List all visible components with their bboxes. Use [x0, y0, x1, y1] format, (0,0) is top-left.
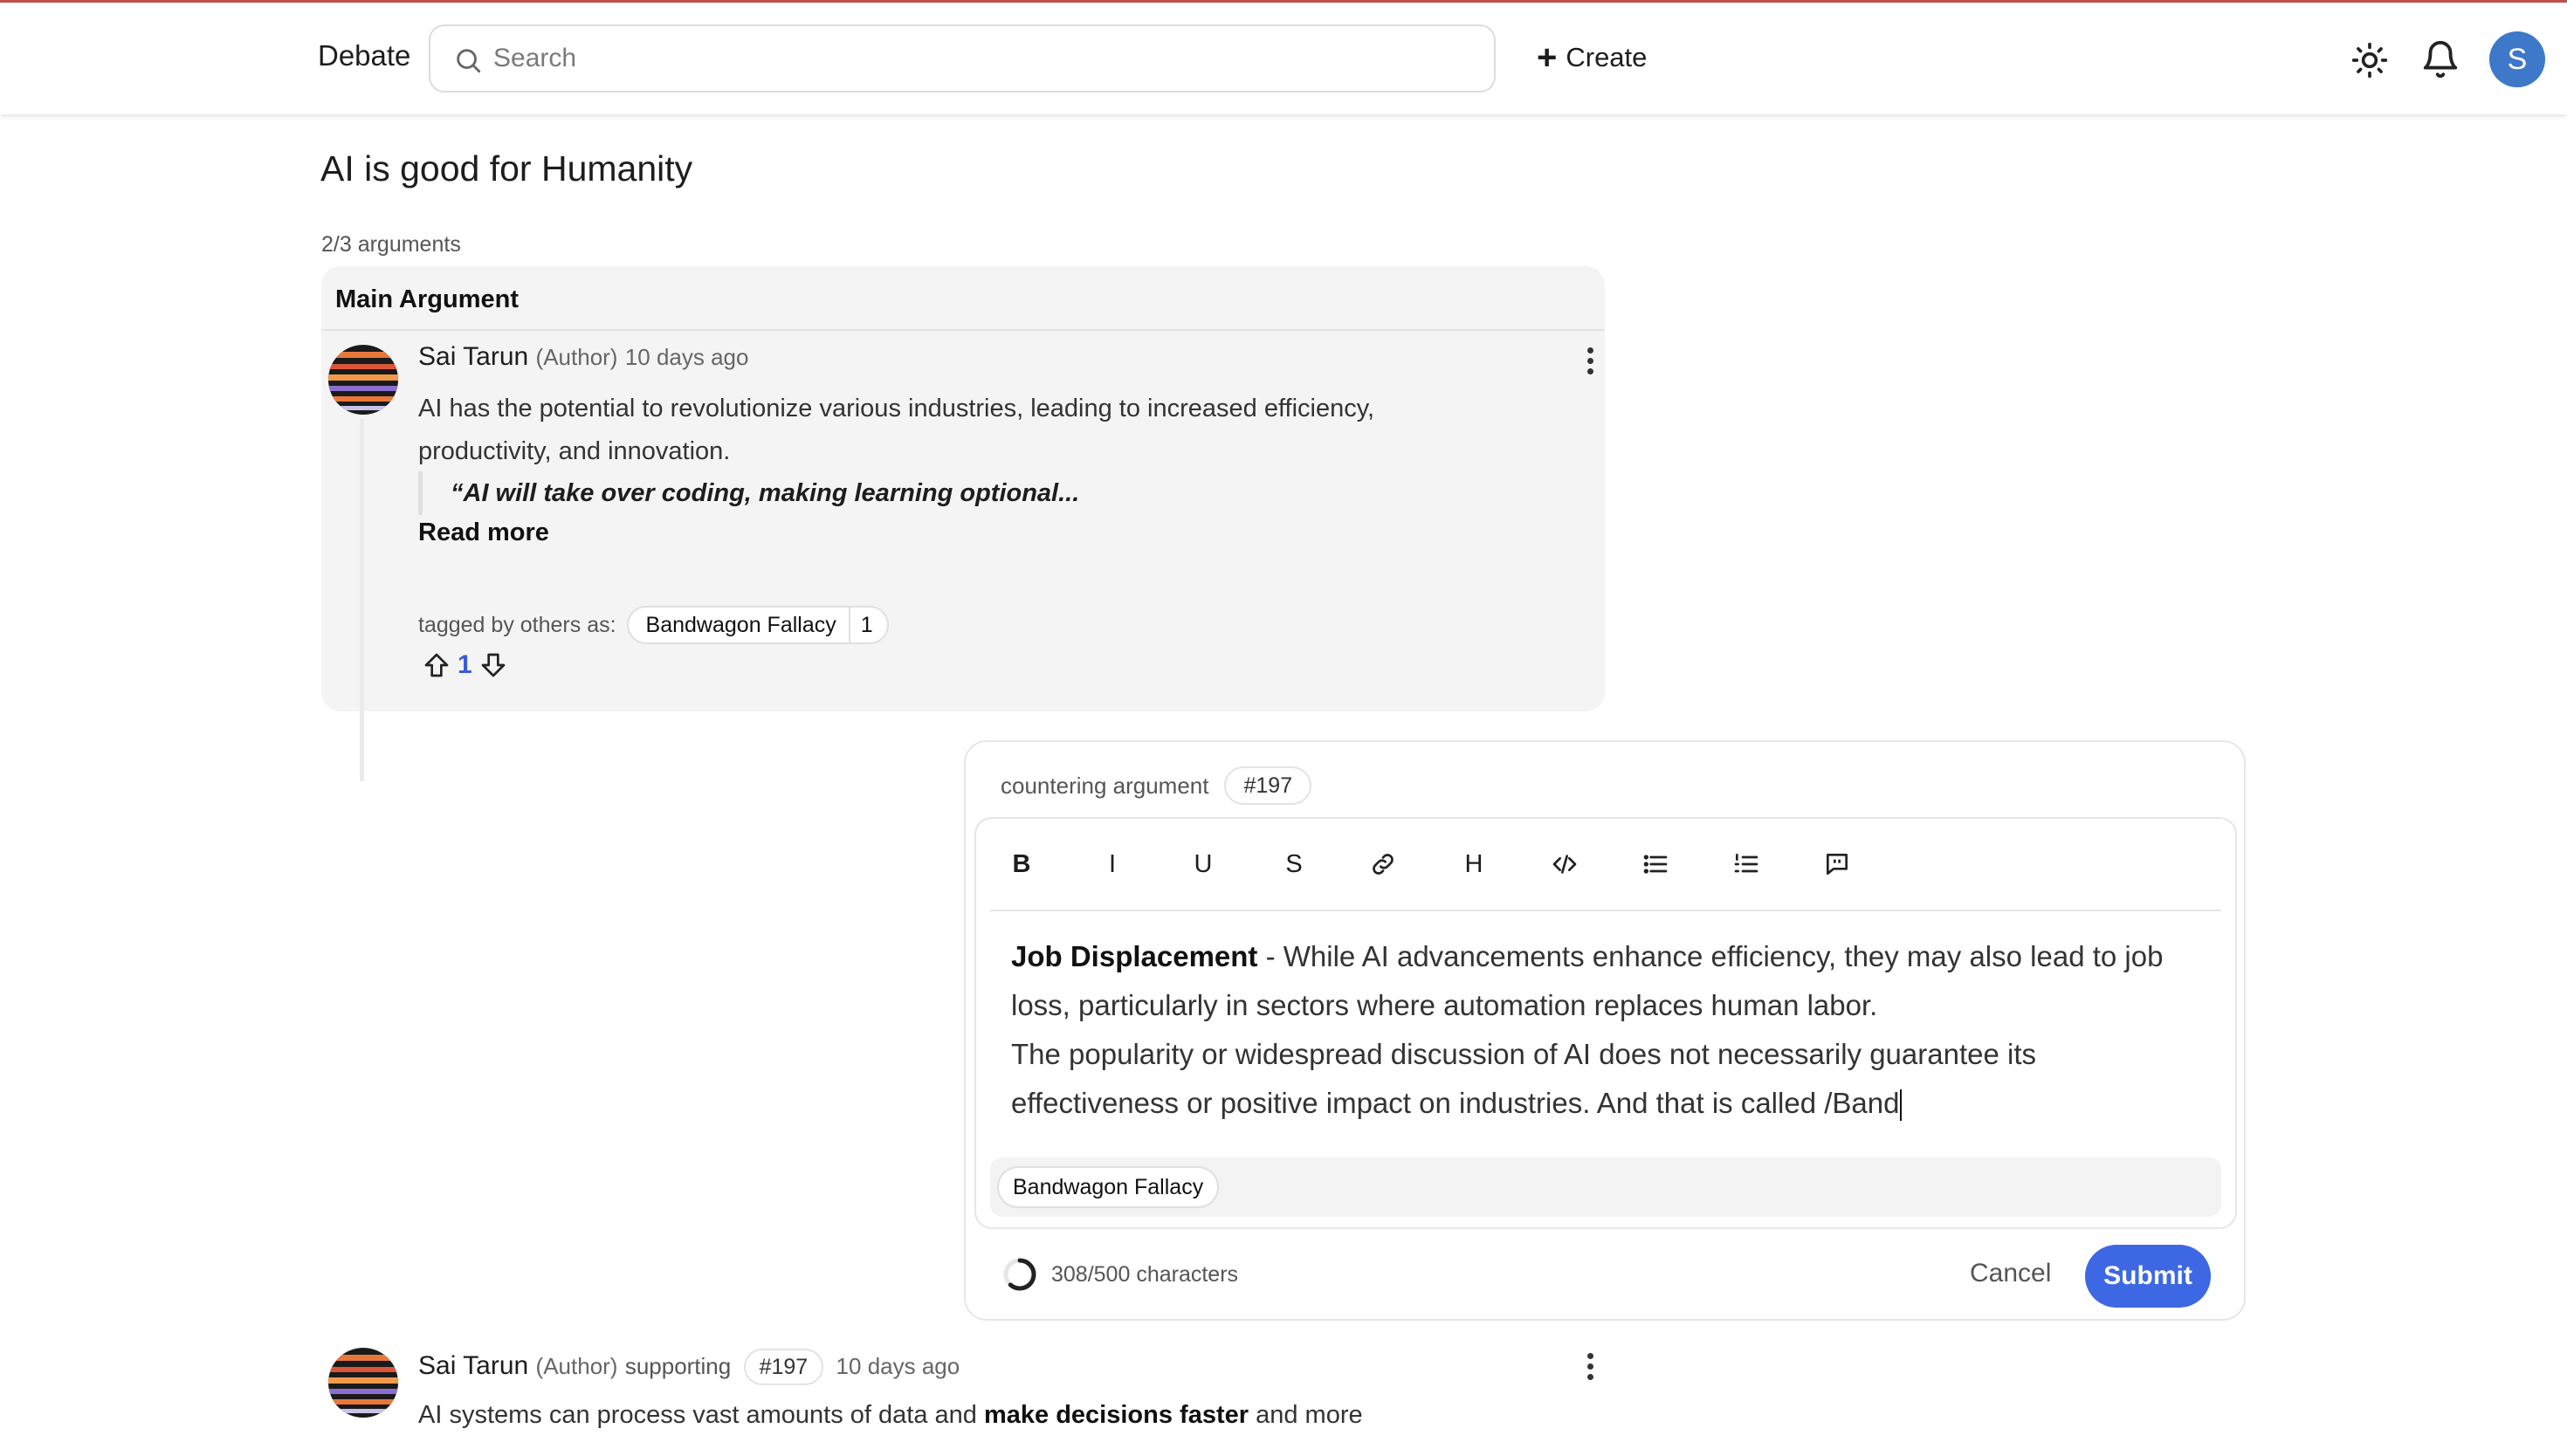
tags-row: tagged by others as: Bandwagon Fallacy 1: [418, 606, 889, 644]
timestamp: 10 days ago: [624, 344, 749, 370]
author-name[interactable]: Sai Tarun: [418, 1351, 528, 1380]
text-bold: make decisions faster: [983, 1401, 1249, 1429]
stance-label: supporting: [624, 1352, 732, 1379]
thread-line: [360, 419, 364, 781]
header: Debate + Create S: [0, 3, 2567, 114]
page-title: AI is good for Humanity: [320, 148, 693, 189]
counter-argument-composer: countering argument #197 B I U S H Job D…: [964, 740, 2246, 1321]
text-start: AI systems can process vast amounts of d…: [418, 1401, 984, 1429]
search-input[interactable]: [493, 38, 1454, 79]
user-avatar[interactable]: S: [2489, 31, 2545, 87]
bold-lead: Job Displacement: [1011, 940, 1258, 972]
tag-count: 1: [848, 608, 887, 642]
argument-text: AI has the potential to revolutionize va…: [418, 395, 1375, 465]
link-button[interactable]: [1359, 840, 1407, 889]
fallacy-tag[interactable]: Bandwagon Fallacy 1: [626, 606, 889, 644]
comment-button[interactable]: [1813, 840, 1862, 889]
text-caret: [1900, 1089, 1903, 1122]
create-button[interactable]: + Create: [1537, 38, 1647, 78]
comment-quote-icon: [1827, 854, 1848, 875]
argument-id-badge[interactable]: #197: [743, 1349, 824, 1385]
upvote-icon[interactable]: [423, 651, 451, 679]
avatar[interactable]: [328, 1348, 398, 1418]
text-end: and more: [1249, 1401, 1363, 1429]
code-button[interactable]: [1540, 840, 1589, 889]
numbered-list-button[interactable]: [1722, 840, 1771, 889]
main-argument-heading: Main Argument: [335, 285, 519, 313]
main-argument-header: Main Argument: [321, 266, 1605, 331]
author-role: (Author): [535, 344, 618, 370]
numbered-list-icon: [1734, 854, 1758, 873]
tagged-label: tagged by others as:: [418, 612, 616, 637]
bullet-list-icon: [1643, 855, 1668, 874]
bell-icon[interactable]: [2420, 38, 2460, 81]
submit-button[interactable]: Submit: [2085, 1245, 2211, 1308]
code-icon: [1552, 855, 1577, 874]
read-more-link[interactable]: Read more: [418, 519, 549, 547]
italic-button[interactable]: I: [1088, 840, 1137, 889]
progress-ring-icon: [1003, 1258, 1036, 1291]
char-count: 308/500 characters: [1051, 1261, 1239, 1287]
plus-icon: +: [1537, 38, 1558, 77]
tag-name: Bandwagon Fallacy: [645, 612, 836, 637]
more-options-icon[interactable]: [1585, 347, 1595, 382]
downvote-icon[interactable]: [479, 651, 507, 679]
argument-meta: Sai Tarun (Author) 10 days ago: [418, 342, 748, 372]
timestamp: 10 days ago: [836, 1352, 960, 1379]
create-label: Create: [1566, 42, 1648, 72]
search-icon: [457, 49, 481, 73]
suggestion-bar: Bandwagon Fallacy: [990, 1157, 2221, 1217]
sun-icon[interactable]: [2350, 41, 2389, 79]
bold-button[interactable]: B: [997, 840, 1046, 889]
more-options-icon[interactable]: [1585, 1353, 1595, 1388]
cancel-button[interactable]: Cancel: [1970, 1259, 2051, 1288]
editor-toolbar: B I U S H: [990, 819, 2221, 911]
char-counter: 308/500 characters: [1001, 1255, 1238, 1294]
author-role: (Author): [535, 1352, 618, 1379]
quoted-text: “AI will take over coding, making learni…: [418, 471, 1079, 515]
author-name[interactable]: Sai Tarun: [418, 342, 528, 371]
strikethrough-button[interactable]: S: [1270, 840, 1318, 889]
underline-button[interactable]: U: [1179, 840, 1228, 889]
heading-button[interactable]: H: [1449, 840, 1498, 889]
search-box[interactable]: [429, 24, 1496, 93]
supporting-argument-meta: Sai Tarun (Author) supporting #197 10 da…: [418, 1349, 960, 1385]
supporting-argument-text: AI systems can process vast amounts of d…: [418, 1401, 1363, 1430]
editor-content[interactable]: Job Displacement - While AI advancements…: [1011, 932, 2164, 1128]
argument-id-badge[interactable]: #197: [1224, 766, 1312, 805]
vote-count: 1: [458, 650, 472, 679]
suggestion-chip[interactable]: Bandwagon Fallacy: [997, 1166, 1220, 1208]
rich-text-editor[interactable]: B I U S H Job Displacement - While AI ad…: [974, 817, 2237, 1229]
editor-line-2: The popularity or widespread discussion …: [1011, 1038, 2036, 1119]
argument-count: 2/3 arguments: [321, 232, 461, 257]
bullet-list-button[interactable]: [1631, 840, 1680, 889]
brand-logo[interactable]: Debate: [318, 39, 410, 72]
countering-label: countering argument: [1001, 772, 1209, 799]
avatar[interactable]: [328, 345, 398, 415]
vote-controls: 1: [423, 650, 507, 680]
countering-row: countering argument #197: [1001, 766, 1312, 805]
link-icon: [1373, 854, 1394, 875]
